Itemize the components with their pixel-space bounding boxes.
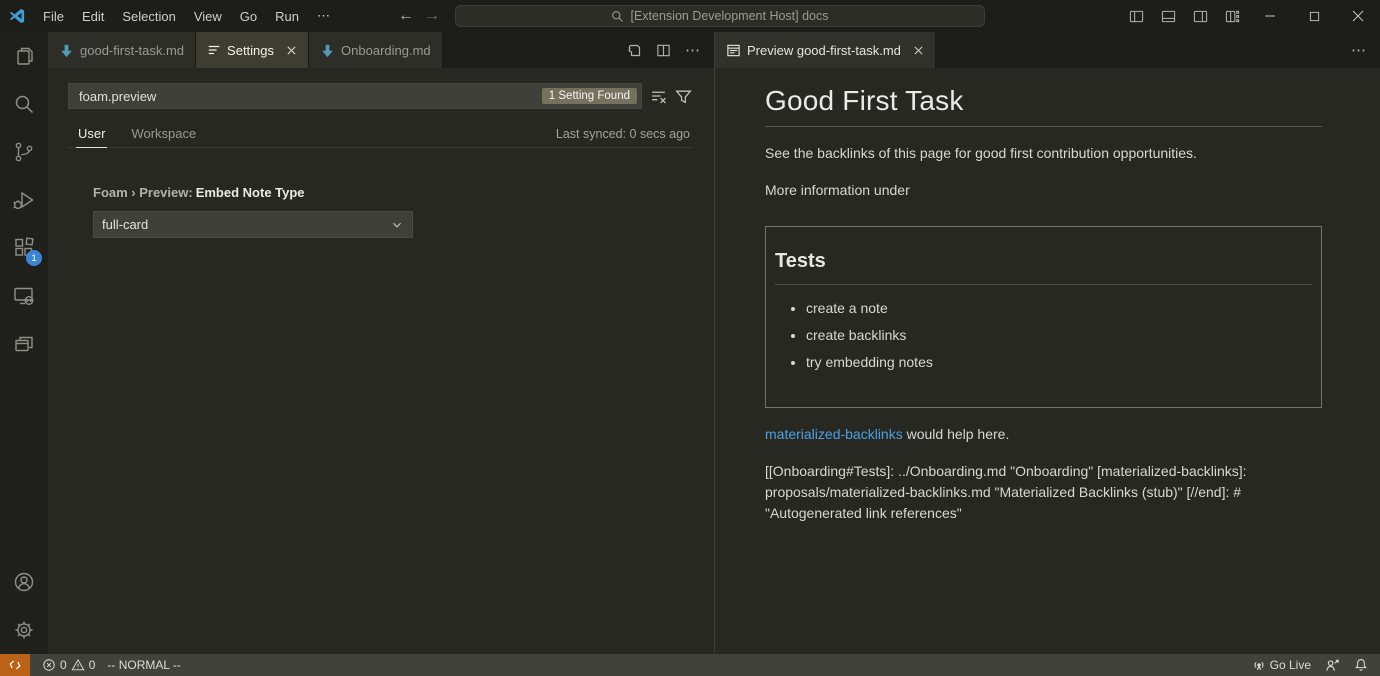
vim-mode-indicator[interactable]: -- NORMAL -- xyxy=(107,658,181,672)
setting-embed-note-type: Foam › Preview:Embed Note Type full-card xyxy=(93,185,714,238)
tab-good-first-task[interactable]: good-first-task.md xyxy=(48,32,196,68)
go-live-label: Go Live xyxy=(1270,658,1311,672)
more-actions-icon[interactable]: ⋯ xyxy=(685,41,701,59)
maximize-button[interactable] xyxy=(1292,0,1336,32)
files-icon[interactable] xyxy=(0,32,48,80)
remote-explorer-icon[interactable] xyxy=(0,272,48,320)
last-synced-label: Last synced: 0 secs ago xyxy=(556,127,690,147)
problems-indicator[interactable]: 0 0 xyxy=(42,658,95,672)
search-icon xyxy=(611,10,624,23)
customize-layout-icon[interactable] xyxy=(1216,0,1248,32)
windows-icon[interactable] xyxy=(0,320,48,368)
list-item: create backlinks xyxy=(806,325,1312,345)
markdown-preview: Good First Task See the backlinks of thi… xyxy=(715,68,1380,654)
settings-search-box[interactable]: 1 Setting Found xyxy=(68,83,642,109)
account-icon[interactable] xyxy=(0,558,48,606)
materialized-backlinks-link[interactable]: materialized-backlinks xyxy=(765,426,903,442)
preview-paragraph-3: materialized-backlinks would help here. xyxy=(765,424,1322,445)
extensions-icon[interactable]: 1 xyxy=(0,224,48,272)
go-live-button[interactable]: Go Live xyxy=(1252,658,1311,672)
menu-selection[interactable]: Selection xyxy=(113,0,184,32)
tab-onboarding[interactable]: Onboarding.md xyxy=(309,32,443,68)
tab-label: Settings xyxy=(227,43,274,58)
clear-filters-icon[interactable] xyxy=(650,88,667,105)
status-bar: 0 0 -- NORMAL -- Go Live xyxy=(0,654,1380,676)
remote-indicator[interactable] xyxy=(0,654,30,676)
scope-tab-workspace[interactable]: Workspace xyxy=(129,126,198,147)
split-editor-icon[interactable] xyxy=(656,43,671,58)
embedded-note-list: create a note create backlinks try embed… xyxy=(775,298,1312,372)
command-center-label: [Extension Development Host] docs xyxy=(630,9,828,23)
toggle-panel-icon[interactable] xyxy=(1152,0,1184,32)
embed-note-type-select[interactable]: full-card xyxy=(93,211,413,238)
settings-search-input[interactable] xyxy=(77,88,542,105)
tabbar-right: Preview good-first-task.md ⋯ xyxy=(715,32,1380,68)
tab-label: Preview good-first-task.md xyxy=(747,43,901,58)
run-debug-icon[interactable] xyxy=(0,176,48,224)
settings-editor-icon xyxy=(207,43,221,57)
close-window-button[interactable] xyxy=(1336,0,1380,32)
menu-file[interactable]: File xyxy=(34,0,73,32)
tab-label: Onboarding.md xyxy=(341,43,431,58)
preview-title: Good First Task xyxy=(765,85,1322,127)
minimize-button[interactable] xyxy=(1248,0,1292,32)
tab-label: good-first-task.md xyxy=(80,43,184,58)
titlebar: File Edit Selection View Go Run ⋯ ← → [E… xyxy=(0,0,1380,32)
settings-scope-tabs: User Workspace Last synced: 0 secs ago xyxy=(68,122,692,148)
broadcast-icon xyxy=(1252,658,1266,672)
list-item: try embedding notes xyxy=(806,352,1312,372)
tabbar-left: good-first-task.md Settings Onboarding.m… xyxy=(48,32,714,68)
markdown-preview-icon xyxy=(726,43,741,58)
link-suffix-text: would help here. xyxy=(903,426,1010,442)
scope-tab-user[interactable]: User xyxy=(76,126,107,148)
warning-count: 0 xyxy=(89,658,96,672)
toggle-secondary-sidebar-icon[interactable] xyxy=(1184,0,1216,32)
editor-group-left: good-first-task.md Settings Onboarding.m… xyxy=(48,32,714,654)
extensions-badge: 1 xyxy=(26,250,42,266)
menubar: File Edit Selection View Go Run ⋯ xyxy=(34,0,340,32)
error-count: 0 xyxy=(60,658,67,672)
menu-view[interactable]: View xyxy=(185,0,231,32)
toggle-sidebar-icon[interactable] xyxy=(1120,0,1152,32)
menu-more-icon[interactable]: ⋯ xyxy=(308,0,340,32)
tab-preview-good-first-task[interactable]: Preview good-first-task.md xyxy=(715,32,936,68)
markdown-file-icon xyxy=(320,43,335,58)
forward-arrow-icon[interactable]: → xyxy=(424,7,440,25)
search-sidebar-icon[interactable] xyxy=(0,80,48,128)
settings-editor: 1 Setting Found User Workspace Last sync… xyxy=(48,68,714,654)
close-tab-icon[interactable] xyxy=(286,45,297,56)
command-center-search[interactable]: [Extension Development Host] docs xyxy=(455,5,985,27)
error-icon xyxy=(42,658,56,672)
feedback-icon[interactable] xyxy=(1325,658,1340,673)
preview-paragraph-1: See the backlinks of this page for good … xyxy=(765,143,1322,164)
back-arrow-icon[interactable]: ← xyxy=(398,7,414,25)
menu-go[interactable]: Go xyxy=(231,0,266,32)
activity-bar: 1 xyxy=(0,32,48,654)
source-control-icon[interactable] xyxy=(0,128,48,176)
more-actions-icon[interactable]: ⋯ xyxy=(1351,41,1367,59)
close-tab-icon[interactable] xyxy=(913,45,924,56)
preview-paragraph-2: More information under xyxy=(765,180,1322,201)
editor-group-right: Preview good-first-task.md ⋯ Good First … xyxy=(714,32,1380,654)
vscode-logo-icon xyxy=(0,7,34,25)
chevron-down-icon xyxy=(390,218,404,232)
filter-icon[interactable] xyxy=(675,88,692,105)
setting-name: Embed Note Type xyxy=(196,185,305,200)
menu-edit[interactable]: Edit xyxy=(73,0,113,32)
menu-run[interactable]: Run xyxy=(266,0,308,32)
warning-icon xyxy=(71,658,85,672)
list-item: create a note xyxy=(806,298,1312,318)
notifications-bell-icon[interactable] xyxy=(1354,658,1368,672)
tab-settings[interactable]: Settings xyxy=(196,32,309,68)
setting-category: Foam › Preview: xyxy=(93,185,193,200)
embedded-note-heading: Tests xyxy=(775,250,1312,285)
open-settings-json-icon[interactable] xyxy=(626,42,642,58)
gear-icon[interactable] xyxy=(0,606,48,654)
results-count-badge: 1 Setting Found xyxy=(542,88,637,104)
embedded-note-card: Tests create a note create backlinks try… xyxy=(765,226,1322,408)
link-references-text: [[Onboarding#Tests]: ../Onboarding.md "O… xyxy=(765,461,1322,524)
select-value: full-card xyxy=(102,217,148,232)
markdown-file-icon xyxy=(59,43,74,58)
